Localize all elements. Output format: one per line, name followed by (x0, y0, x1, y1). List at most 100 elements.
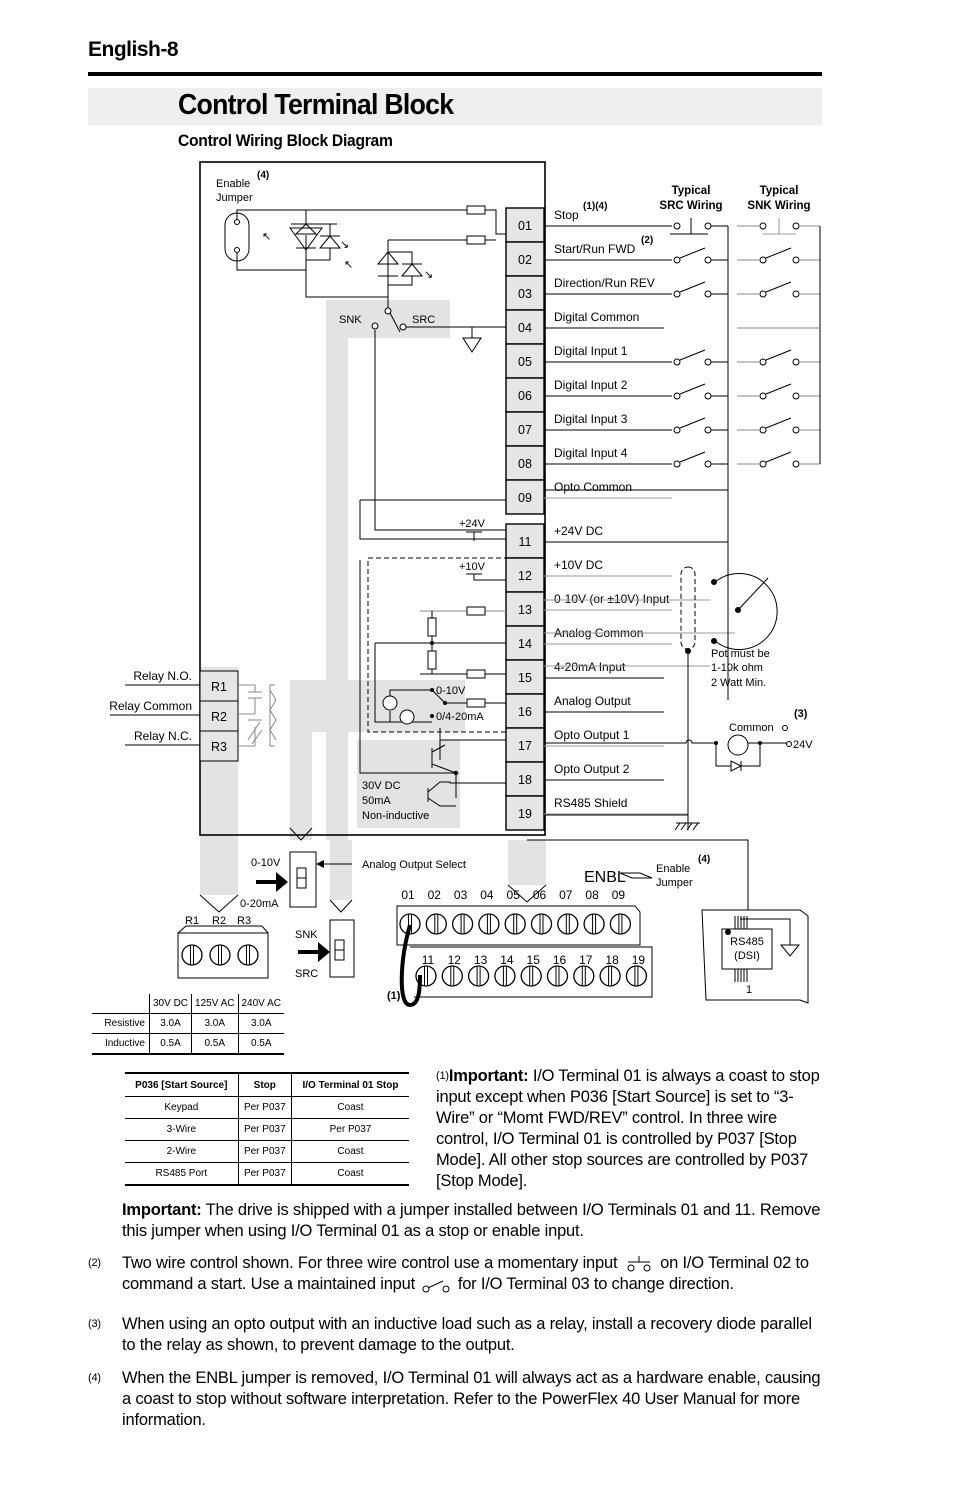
arrow-icon (256, 872, 288, 892)
io-screw-07[interactable] (557, 913, 579, 935)
relay-terminal-r1: R1 Relay N.O. (125, 669, 239, 702)
io-top-label: 02 (428, 888, 442, 902)
io-screw-15[interactable] (520, 965, 542, 987)
io-screw-12[interactable] (441, 965, 463, 987)
enable-jumper2-1: Enable (656, 863, 690, 875)
relay-screw-3[interactable] (237, 944, 259, 966)
terminal-number: 12 (518, 569, 532, 583)
terminal-number: 19 (518, 807, 532, 821)
io-bottom-label: 17 (579, 953, 593, 967)
io-screw-14[interactable] (494, 965, 516, 987)
snk-switch (737, 417, 820, 434)
pot-note-2: 1-10k ohm (711, 662, 763, 674)
block-r2: R2 (212, 915, 226, 927)
relay-screw-2[interactable] (209, 944, 231, 966)
terminal-label: Digital Input 3 (554, 412, 628, 426)
terminal-number: 06 (518, 389, 532, 403)
opto-rating-2: 50mA (362, 795, 391, 807)
terminal-01: 01 (505, 207, 545, 243)
analog-0-10v-label: 0-10V (436, 685, 466, 697)
terminal-label: Start/Run FWD (554, 242, 636, 256)
src-switch (670, 218, 728, 235)
src-switch (673, 349, 728, 366)
switch-0-10v-label: 0-10V (251, 857, 281, 869)
terminal-15: 15 (505, 659, 545, 695)
io-screw-17[interactable] (573, 965, 595, 987)
snk-label: SNK (339, 314, 362, 326)
terminal-number: 17 (518, 739, 532, 753)
io-bottom-label: 11 (422, 953, 435, 967)
terminal-footnote: (2) (641, 235, 653, 246)
io-screw-08[interactable] (583, 913, 605, 935)
io-bottom-label: 19 (632, 953, 646, 967)
io-screw-04[interactable] (478, 913, 500, 935)
terminal-05: 05 (505, 343, 545, 379)
terminal-label: Opto Output 1 (554, 728, 630, 742)
snk-switch (737, 218, 820, 235)
terminal-label: Opto Output 2 (554, 762, 630, 776)
rs485-pin: 1 (746, 984, 752, 996)
terminal-number: 11 (519, 535, 532, 549)
table-row: Resistive 3.0A 3.0A 3.0A (92, 1013, 284, 1034)
pot-note-3: 2 Watt Min. (711, 677, 766, 689)
io-screw-13[interactable] (467, 965, 490, 987)
terminal-number: 18 (518, 773, 532, 787)
relay-terminal-r2: R2 Relay Common (109, 699, 239, 732)
jumper-important-note: Important: The drive is shipped with a j… (122, 1201, 821, 1240)
io-screw-09[interactable] (609, 913, 632, 935)
terminal-number: 16 (518, 705, 532, 719)
io-bottom-label: 14 (500, 953, 514, 967)
rs485-label-1: RS485 (730, 936, 764, 948)
io-bottom-label: 16 (553, 953, 567, 967)
terminal-label: Digital Input 2 (554, 378, 628, 392)
table-row: 3-Wire Per P037 Per P037 (125, 1118, 409, 1141)
io-terminal-block: 01 02 03 04 05 06 07 08 09 11 12 13 14 15 16 17 18 19 (399, 888, 648, 987)
col-header: 125V AC (191, 994, 238, 1014)
start-source-table: P036 [Start Source] Stop I/O Terminal 01… (125, 1072, 409, 1186)
col-header: Stop (237, 1072, 292, 1097)
io-bottom-label: 13 (474, 953, 488, 967)
snk-switch (737, 451, 820, 468)
snk-switch (737, 349, 820, 366)
io-screw-03[interactable] (451, 913, 474, 935)
terminal-label: +10V DC (554, 558, 603, 572)
terminal-number: 04 (518, 321, 532, 335)
io-screw-16[interactable] (546, 965, 569, 987)
terminal-11: 11 (505, 523, 545, 559)
io-screw-02[interactable] (425, 913, 447, 935)
table-row: Inductive 0.5A 0.5A 0.5A (92, 1033, 284, 1055)
terminal-label: Digital Input 1 (554, 344, 628, 358)
table-row: 2-Wire Per P037 Coast (125, 1140, 409, 1163)
src-switch (673, 451, 728, 468)
terminal-19: 19 (505, 795, 545, 831)
terminal-labels: Stop (1)(4) Start/Run FWD (2) Direction/Run … (554, 201, 670, 810)
terminal-number: 13 (518, 603, 532, 617)
io-screw-18[interactable] (599, 965, 621, 987)
snk-switch (737, 383, 820, 400)
block-r3: R3 (237, 915, 251, 927)
svg-text:(4): (4) (698, 854, 710, 865)
table-row: Keypad Per P037 Coast (125, 1096, 409, 1119)
src-switch (673, 417, 728, 434)
relay-label: Relay N.O. (133, 669, 192, 683)
svg-text:↘: ↘ (424, 269, 433, 281)
relay-screw-1[interactable] (181, 944, 203, 966)
src-switch (673, 247, 728, 264)
analog-output-select-label: Analog Output Select (362, 859, 466, 871)
io-screw-05[interactable] (504, 913, 526, 935)
snk-switch (737, 281, 820, 298)
svg-text:↘: ↘ (340, 239, 349, 251)
col-header: 240V AC (237, 994, 284, 1014)
relay-label: Relay Common (109, 699, 192, 713)
relay-terminals: R1 Relay N.O. R2 Relay Common R3 Relay N.C. (109, 669, 239, 762)
io-screw-06[interactable] (530, 913, 553, 935)
block-r1: R1 (185, 915, 199, 927)
terminal-number: 01 (518, 219, 532, 233)
io-top-label: 07 (559, 888, 573, 902)
terminal-number: 03 (518, 287, 532, 301)
note-1-important: (1)Important: I/O Terminal 01 is always … (436, 1067, 820, 1190)
terminal-12: 12 (505, 557, 545, 593)
io-top-label: 03 (454, 888, 468, 902)
io-screw-19[interactable] (625, 965, 648, 987)
io-top-label: 01 (401, 888, 415, 902)
